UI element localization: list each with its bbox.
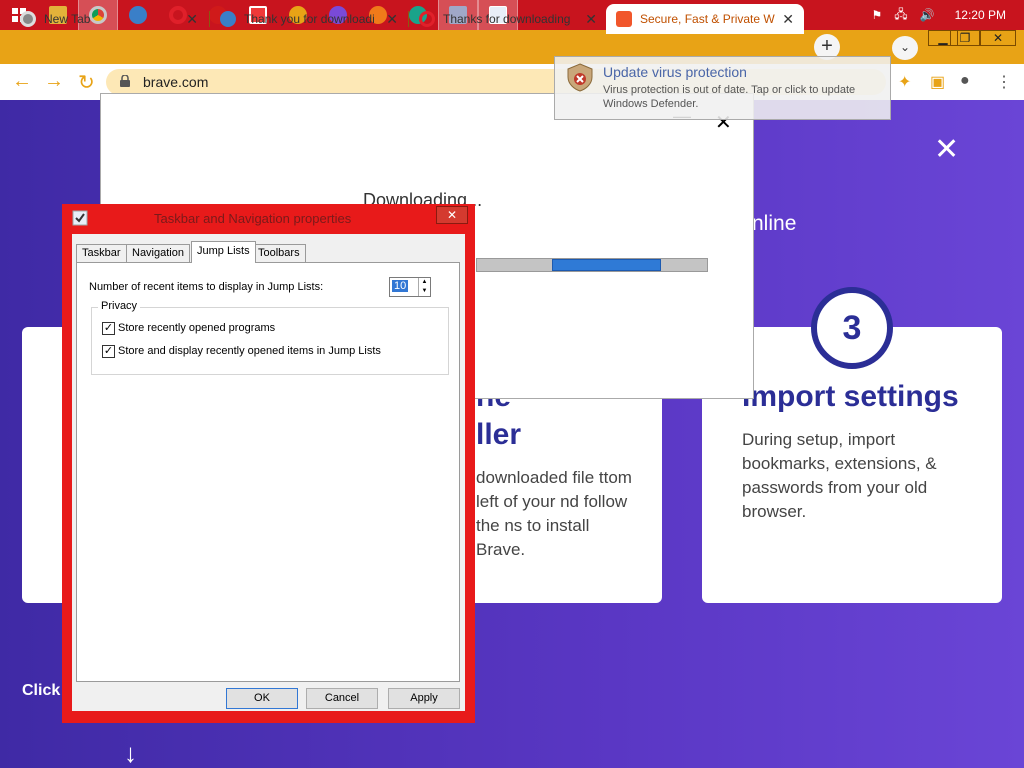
- notification-title: Update virus protection: [603, 64, 747, 80]
- recent-items-spinner[interactable]: 10 ▲ ▼: [389, 277, 431, 297]
- close-tab-icon[interactable]: ✕: [585, 11, 597, 28]
- dialog-body: Taskbar Navigation Toolbars Number of re…: [72, 234, 465, 711]
- ok-button[interactable]: OK: [226, 688, 298, 709]
- page-close-icon[interactable]: ✕: [934, 132, 959, 167]
- volume-icon[interactable]: 🔊: [920, 8, 935, 22]
- jump-lists-panel: Number of recent items to display in Jum…: [76, 262, 460, 682]
- arrow-down-icon: ↓: [124, 738, 137, 768]
- apply-button[interactable]: Apply: [388, 688, 460, 709]
- close-tab-icon[interactable]: ✕: [782, 11, 794, 28]
- system-tray: ⚑ 🖧 🔊 12:20 PM: [866, 0, 1024, 30]
- click-text: Click: [22, 682, 61, 699]
- cancel-button[interactable]: Cancel: [306, 688, 378, 709]
- virus-protection-notification[interactable]: Update virus protection Virus protection…: [554, 56, 891, 120]
- tab-navigation[interactable]: Navigation: [126, 244, 190, 263]
- reload-icon[interactable]: ↻: [78, 70, 95, 95]
- close-tab-icon[interactable]: ✕: [386, 11, 398, 28]
- tab-thanks-downloading[interactable]: Thanks for downloading ✕: [409, 4, 607, 34]
- spinner-arrows-icon[interactable]: ▲ ▼: [418, 278, 430, 296]
- profile-icon[interactable]: ●: [960, 72, 970, 90]
- tab-new-tab[interactable]: New Tab ✕: [10, 4, 208, 34]
- step-number: 3: [811, 287, 893, 369]
- opera-favicon-icon: [419, 11, 435, 27]
- download-progress-bar: [476, 258, 708, 272]
- card3-body: During setup, import bookmarks, extensio…: [742, 430, 937, 521]
- globe-favicon-icon: [220, 11, 236, 27]
- forward-icon[interactable]: →: [44, 70, 64, 93]
- clock[interactable]: 12:20 PM: [955, 8, 1006, 22]
- store-items-checkbox[interactable]: ✓: [102, 345, 115, 358]
- dialog-close-button[interactable]: ✕: [436, 206, 468, 224]
- privacy-group: Privacy ✓ Store recently opened programs…: [91, 300, 449, 375]
- tab-taskbar[interactable]: Taskbar: [76, 244, 127, 263]
- menu-icon[interactable]: ⋮: [996, 72, 1012, 92]
- flag-icon[interactable]: ⚑: [872, 8, 883, 22]
- extensions-icon[interactable]: ✦: [898, 72, 911, 92]
- dialog-title: Taskbar and Navigation properties: [154, 211, 352, 226]
- tab-thank-you[interactable]: Thank you for downloadi ✕: [210, 4, 408, 34]
- close-tab-icon[interactable]: ✕: [186, 11, 198, 28]
- chrome-favicon-icon: [20, 11, 36, 27]
- download-progress-fill: [552, 259, 661, 271]
- side-panel-icon[interactable]: ▣: [930, 72, 945, 92]
- lock-icon: [120, 75, 130, 87]
- properties-app-icon: [72, 210, 88, 226]
- online-text: nline: [752, 212, 797, 235]
- card2-heading-b: ller: [476, 418, 522, 451]
- defender-shield-icon: [567, 63, 593, 92]
- store-programs-checkbox[interactable]: ✓: [102, 322, 115, 335]
- recent-items-label: Number of recent items to display in Jum…: [89, 281, 324, 293]
- card2-body: downloaded file ttom left of your nd fol…: [476, 468, 632, 559]
- taskbar-properties-dialog: Taskbar and Navigation properties ✕ Task…: [62, 204, 475, 723]
- tab-toolbars[interactable]: Toolbars: [252, 244, 306, 263]
- tab-search-button[interactable]: ⌄: [892, 36, 918, 60]
- close-window-button[interactable]: ✕: [980, 30, 1016, 46]
- tab-brave[interactable]: Secure, Fast & Private W ✕: [606, 4, 804, 34]
- card3-heading: Import settings: [742, 380, 959, 413]
- url-text[interactable]: brave.com: [143, 74, 208, 90]
- store-items-label: Store and display recently opened items …: [118, 345, 381, 357]
- brave-favicon-icon: [616, 11, 632, 27]
- privacy-label: Privacy: [98, 300, 141, 312]
- tab-jump-lists[interactable]: Jump Lists: [191, 241, 256, 263]
- network-icon[interactable]: 🖧: [894, 5, 907, 26]
- back-icon[interactable]: ←: [12, 70, 32, 93]
- notification-body: Virus protection is out of date. Tap or …: [603, 84, 856, 110]
- recent-items-value[interactable]: 10: [392, 280, 409, 292]
- maximize-button[interactable]: ❐: [950, 30, 980, 46]
- store-programs-label: Store recently opened programs: [118, 322, 276, 334]
